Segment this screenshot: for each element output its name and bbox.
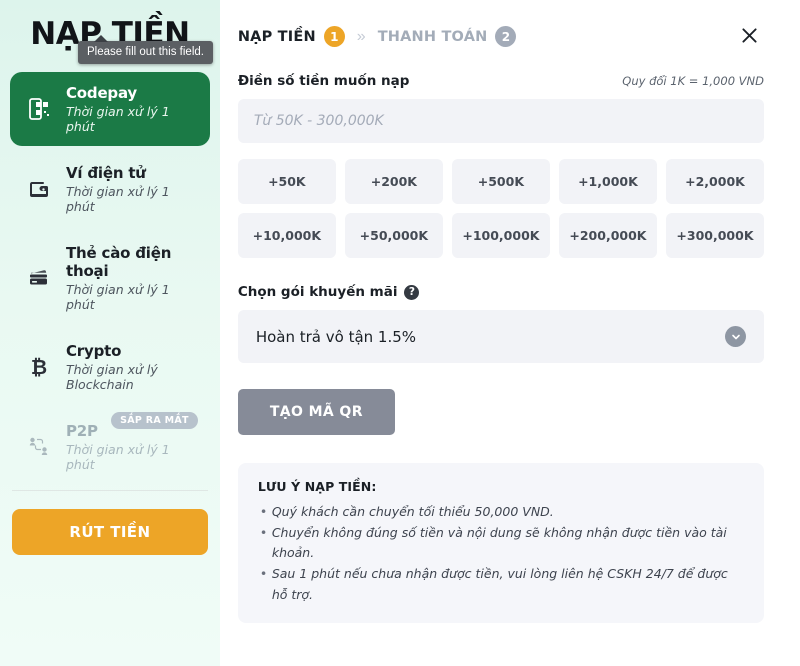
step-deposit-label: NẠP TIỀN	[237, 28, 316, 45]
quick-amount-grid: +50K +200K +500K +1,000K +2,000K +10,000…	[237, 159, 764, 258]
note-item: Quý khách cần chuyển tối thiểu 50,000 VN…	[258, 502, 744, 523]
method-subtitle: Thời gian xử lý 1 phút	[66, 104, 170, 134]
quick-amount-button[interactable]: +1,000K	[558, 159, 657, 204]
amount-label: Điền số tiền muốn nạp	[237, 73, 410, 89]
step-separator-icon: »	[356, 27, 366, 45]
method-subtitle: Thời gian xử lý 1 phút	[66, 442, 170, 472]
sidebar-item-crypto[interactable]: ₿ Crypto Thời gian xử lý Blockchain	[10, 330, 210, 404]
step-payment[interactable]: THANH TOÁN 2	[378, 26, 517, 47]
promo-selected-value: Hoàn trả vô tận 1.5%	[255, 327, 417, 346]
payment-method-list: Codepay Thời gian xử lý 1 phút Ví điện t…	[0, 62, 220, 490]
conversion-note: Quy đổi 1K = 1,000 VND	[622, 74, 764, 88]
deposit-notes: LƯU Ý NẠP TIỀN: Quý khách cần chuyển tối…	[237, 463, 764, 624]
method-texts: P2P Thời gian xử lý 1 phút	[66, 422, 196, 472]
generate-qr-button[interactable]: TẠO MÃ QR	[237, 389, 395, 435]
quick-amount-button[interactable]: +200K	[344, 159, 443, 204]
quick-amount-button[interactable]: +10,000K	[237, 213, 336, 258]
method-texts: Thẻ cào điện thoại Thời gian xử lý 1 phú…	[66, 244, 196, 312]
close-button[interactable]	[734, 22, 764, 52]
validation-tooltip: Please fill out this field.	[78, 35, 213, 64]
method-subtitle: Thời gian xử lý 1 phút	[66, 282, 170, 312]
promo-select[interactable]: Hoàn trả vô tận 1.5%	[237, 310, 764, 363]
method-title: Crypto	[66, 342, 122, 360]
svg-text:₿: ₿	[31, 355, 47, 379]
step-indicator: NẠP TIỀN 1 » THANH TOÁN 2	[238, 18, 764, 47]
promo-field-head: Chọn gói khuyến mãi ?	[238, 284, 764, 300]
amount-input[interactable]	[237, 99, 764, 143]
step-payment-label: THANH TOÁN	[377, 28, 488, 45]
method-title: Ví điện tử	[66, 164, 146, 182]
step-deposit[interactable]: NẠP TIỀN 1	[238, 26, 345, 47]
payment-method-sidebar: NẠP TIỀN Codepay Thời gian xử lý 1 phút …	[0, 0, 220, 666]
quick-amount-button[interactable]: +300,000K	[665, 213, 764, 258]
quick-amount-button[interactable]: +50,000K	[344, 213, 443, 258]
note-item: Sau 1 phút nếu chưa nhận được tiền, vui …	[258, 564, 744, 605]
method-subtitle: Thời gian xử lý Blockchain	[66, 362, 158, 392]
quick-amount-button[interactable]: +100,000K	[451, 213, 550, 258]
sidebar-divider	[12, 490, 208, 491]
promo-label: Chọn gói khuyến mãi	[237, 284, 398, 300]
wallet-icon	[24, 174, 54, 204]
withdraw-section: RÚT TIỀN	[0, 508, 220, 555]
method-title: Codepay	[66, 84, 137, 102]
sidebar-item-ewallet[interactable]: Ví điện tử Thời gian xử lý 1 phút	[10, 152, 210, 226]
deposit-main-panel: NẠP TIỀN 1 » THANH TOÁN 2 Điền số tiền m…	[220, 0, 800, 666]
coming-soon-badge: SẮP RA MẮT	[111, 412, 198, 429]
close-icon	[739, 25, 760, 49]
notes-title: LƯU Ý NẠP TIỀN:	[257, 479, 377, 494]
note-item: Chuyển không đúng số tiền và nội dung sẽ…	[258, 523, 744, 564]
quick-amount-button[interactable]: +200,000K	[558, 213, 657, 258]
step-payment-number: 2	[495, 26, 517, 47]
sidebar-item-codepay[interactable]: Codepay Thời gian xử lý 1 phút	[10, 72, 210, 146]
deposit-modal: NẠP TIỀN Codepay Thời gian xử lý 1 phút …	[0, 0, 800, 666]
quick-amount-button[interactable]: +2,000K	[665, 159, 764, 204]
quick-amount-button[interactable]: +50K	[237, 159, 336, 204]
card-stack-icon	[24, 263, 54, 293]
bitcoin-icon: ₿	[24, 352, 54, 382]
promo-section: Chọn gói khuyến mãi ? Hoàn trả vô tận 1.…	[237, 284, 764, 363]
method-title: Thẻ cào điện thoại	[66, 244, 172, 280]
chevron-down-icon	[725, 326, 746, 347]
sidebar-item-p2p[interactable]: P2P Thời gian xử lý 1 phút SẮP RA MẮT	[10, 410, 210, 484]
step-deposit-number: 1	[323, 26, 345, 47]
method-texts: Crypto Thời gian xử lý Blockchain	[66, 342, 196, 392]
codepay-qr-icon	[24, 94, 54, 124]
sidebar-bottom-gap	[0, 555, 220, 666]
amount-field-head: Điền số tiền muốn nạp Quy đổi 1K = 1,000…	[238, 73, 764, 89]
amount-section: Điền số tiền muốn nạp Quy đổi 1K = 1,000…	[237, 73, 764, 258]
withdraw-button[interactable]: RÚT TIỀN	[12, 508, 208, 555]
sidebar-item-phone-card[interactable]: Thẻ cào điện thoại Thời gian xử lý 1 phú…	[10, 232, 210, 324]
method-texts: Ví điện tử Thời gian xử lý 1 phút	[66, 164, 196, 214]
method-subtitle: Thời gian xử lý 1 phút	[66, 184, 170, 214]
help-circle-icon[interactable]: ?	[404, 284, 420, 300]
method-texts: Codepay Thời gian xử lý 1 phút	[66, 84, 196, 134]
p2p-users-icon	[24, 432, 54, 462]
quick-amount-button[interactable]: +500K	[451, 159, 550, 204]
